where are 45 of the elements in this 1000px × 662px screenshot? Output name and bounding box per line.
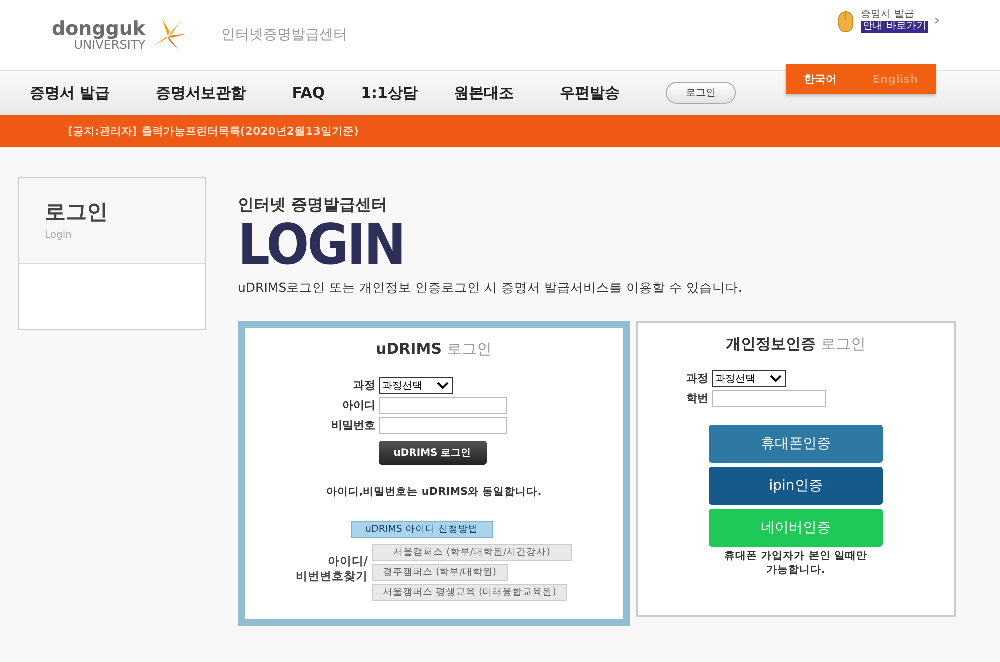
campus-button[interactable]: 경주캠퍼스 (학부/대학원): [372, 564, 508, 581]
nav-item[interactable]: 우편발송: [560, 84, 620, 102]
nav-item[interactable]: 원본대조: [454, 84, 514, 102]
course-label: 과정: [686, 371, 708, 386]
course-select[interactable]: 과정선택: [378, 377, 452, 394]
logo-wordmark: dongguk: [52, 20, 146, 38]
course-label: 과정: [352, 378, 376, 393]
chevron-icon: ›: [934, 13, 940, 29]
student-id-label: 학번: [686, 391, 708, 406]
find-account-label: 비번변호찾기: [296, 569, 368, 584]
id-label: 아이디: [342, 398, 376, 413]
panel-title-suffix: 로그인: [447, 340, 492, 359]
info-text: 아이디,비밀번호는 uDRIMS와 동일합니다.: [326, 485, 542, 499]
chevron-down-icon: [436, 382, 448, 390]
nav-item[interactable]: FAQ: [292, 84, 326, 102]
find-account-label: 아이디/: [328, 554, 368, 569]
panel-title: 개인정보인증: [726, 335, 816, 354]
site-title: 인터넷증명발급센터: [222, 26, 348, 44]
info-text: 휴대폰 가입자가 본인 일때만 가능합니다.: [724, 549, 868, 577]
nav-item[interactable]: 증명서 발급: [30, 84, 110, 102]
chevron-down-icon: [770, 374, 782, 382]
sidebar-subtitle: Login: [45, 230, 73, 241]
student-id-input[interactable]: [712, 390, 826, 407]
panel-title: uDRIMS: [376, 340, 442, 359]
password-input[interactable]: [378, 417, 506, 434]
course-select[interactable]: 과정선택: [712, 370, 786, 387]
nav-item[interactable]: 1:1상담: [361, 84, 418, 102]
apply-guide-button[interactable]: uDRIMS 아이디 신청방법: [351, 521, 493, 538]
sidebar-title: 로그인: [45, 199, 109, 226]
udrims-login-button[interactable]: uDRIMS 로그인: [378, 441, 486, 465]
logo-subtitle: UNIVERSITY: [74, 38, 146, 50]
page-title: LOGIN: [238, 218, 404, 274]
page-kicker: 인터넷 증명발급센터: [238, 195, 388, 216]
login-button[interactable]: 로그인: [666, 82, 736, 104]
password-label: 비밀번호: [332, 418, 376, 433]
guide-label: 증명서 발급: [861, 9, 916, 21]
campus-button[interactable]: 서울캠퍼스 평생교육 (미래융합교육원): [372, 584, 568, 601]
nav-item[interactable]: 증명서보관함: [156, 84, 246, 102]
id-input[interactable]: [378, 397, 506, 414]
page-description: uDRIMS로그인 또는 개인정보 인증로그인 시 증명서 발급서비스를 이용할 수 있습니다.: [238, 280, 742, 297]
campus-button[interactable]: 서울캠퍼스 (학부/대학원/시간강사): [372, 544, 572, 561]
panel-title-suffix: 로그인: [821, 335, 866, 354]
guide-link[interactable]: 안내 바로가기: [861, 21, 928, 33]
auth-button[interactable]: ipin인증: [709, 467, 883, 505]
auth-button[interactable]: 휴대폰인증: [709, 425, 883, 463]
